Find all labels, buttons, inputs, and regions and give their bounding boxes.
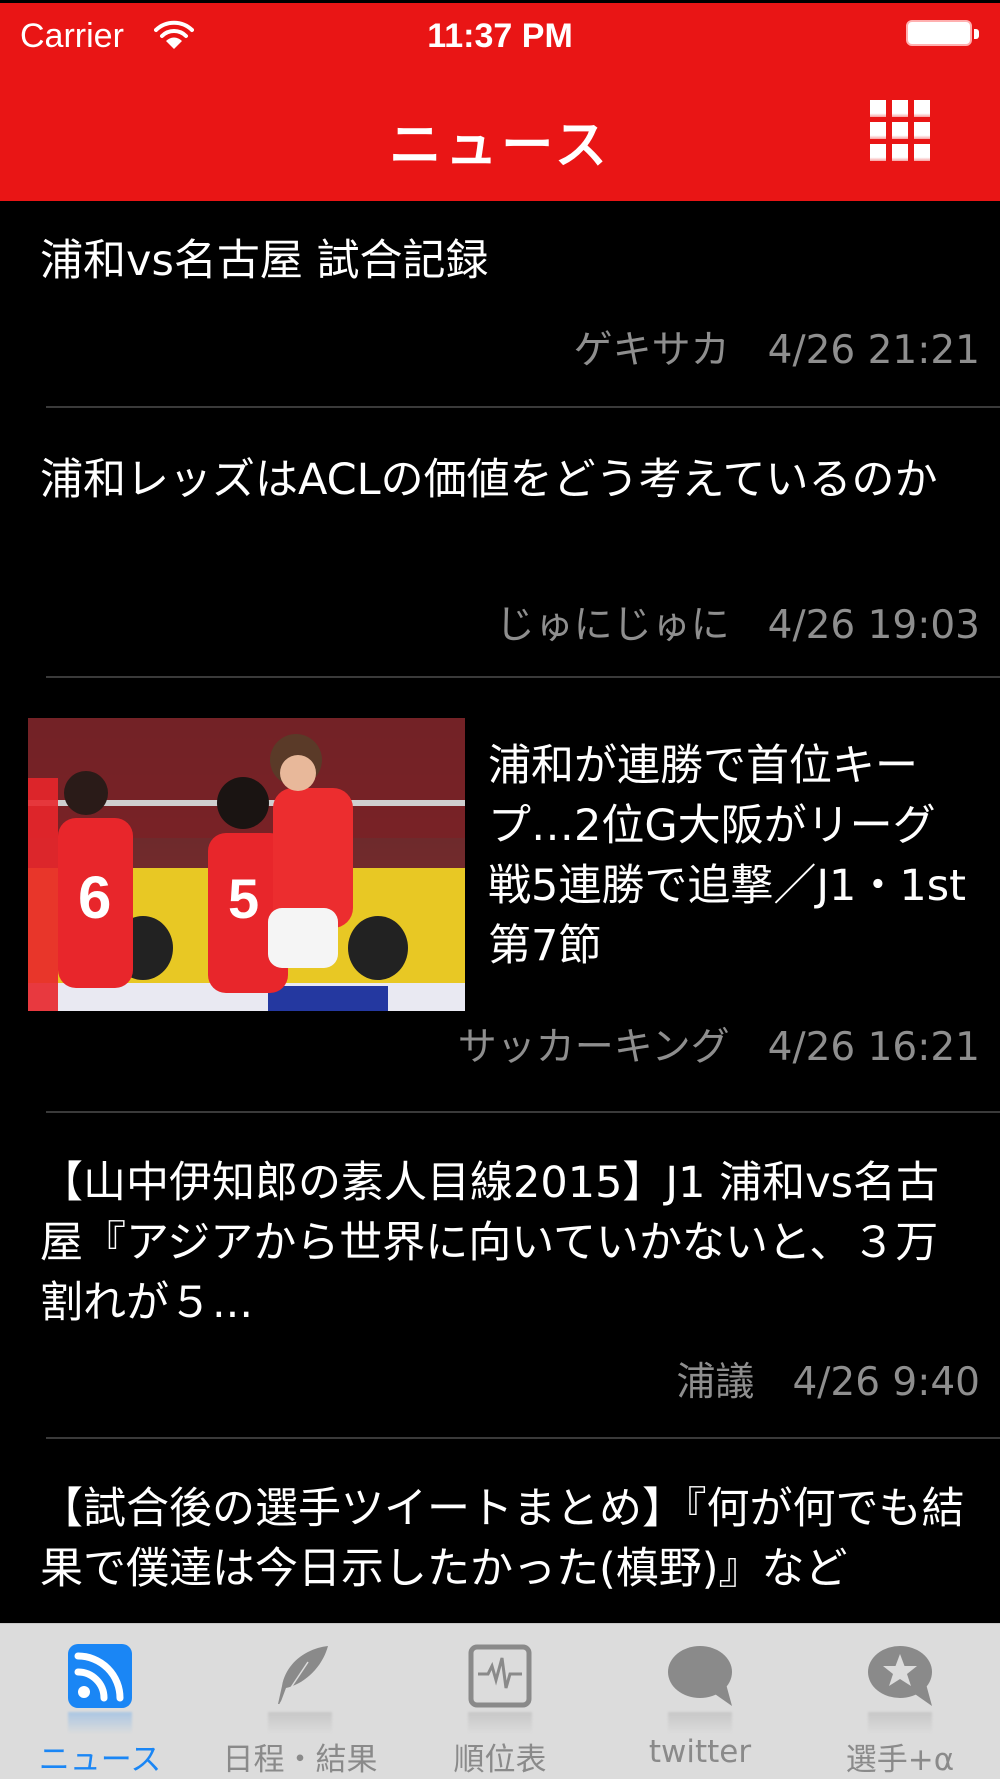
icon-reflection [68, 1712, 132, 1734]
svg-text:5: 5 [228, 867, 259, 930]
icon-reflection [468, 1712, 532, 1734]
grid-menu-icon[interactable] [870, 100, 934, 166]
news-list[interactable]: 浦和vs名古屋 試合記録 ゲキサカ 4/26 21:21 浦和レッズはACLの価値… [0, 201, 1000, 1623]
battery-icon [906, 20, 972, 46]
status-bar: Carrier 11:37 PM [0, 3, 1000, 67]
star-bubble-icon [868, 1646, 932, 1706]
news-meta: じゅにじゅに 4/26 19:03 [496, 594, 1000, 650]
news-date: 4/26 16:21 [767, 1025, 980, 1070]
battery-tip [974, 29, 979, 39]
news-thumbnail: 6 5 [28, 718, 465, 1011]
news-item[interactable]: 浦和レッズはACLの価値をどう考えているのか じゅにじゅに 4/26 19:03 [40, 408, 1000, 678]
news-title: 浦和が連勝で首位キープ…2位G大阪がリーグ戦5連勝で追撃／J1・1st第7節 [488, 741, 967, 971]
speech-bubble-icon [668, 1646, 732, 1706]
news-title: 【試合後の選手ツイートまとめ】『何が何でも結果で僕達は今日示したかった(槙野)』… [40, 1484, 965, 1594]
tab-label: twitter [648, 1734, 752, 1770]
tab-twitter[interactable]: twitter [600, 1624, 800, 1779]
news-date: 4/26 21:21 [767, 328, 980, 373]
news-date: 4/26 19:03 [767, 603, 980, 648]
news-source: ゲキサカ [573, 328, 730, 373]
rss-icon [68, 1644, 132, 1708]
news-title: 【山中伊知郎の素人目線2015】J1 浦和vs名古屋『アジアから世界に向いていか… [40, 1158, 939, 1328]
feather-icon [278, 1646, 328, 1705]
tab-label: 選手+α [845, 1742, 955, 1778]
svg-text:6: 6 [78, 864, 111, 931]
pulse-chart-icon [468, 1644, 532, 1708]
tab-label: ニュース [38, 1742, 162, 1778]
news-meta: サッカーキング 4/26 16:21 [458, 1016, 1000, 1072]
tab-news[interactable]: ニュース [0, 1624, 200, 1779]
clock: 11:37 PM [427, 17, 573, 55]
tab-label: 順位表 [453, 1742, 547, 1778]
news-item[interactable]: 【山中伊知郎の素人目線2015】J1 浦和vs名古屋『アジアから世界に向いていか… [40, 1113, 1000, 1439]
icon-reflection [868, 1712, 932, 1734]
icon-reflection [268, 1712, 332, 1734]
news-item[interactable]: 【試合後の選手ツイートまとめ】『何が何でも結果で僕達は今日示したかった(槙野)』… [40, 1439, 1000, 1623]
news-source: 浦議 [676, 1360, 755, 1405]
news-title: 浦和レッズはACLの価値をどう考えているのか [40, 455, 938, 505]
news-title: 浦和vs名古屋 試合記録 [40, 236, 489, 286]
header: Carrier 11:37 PM ニュース [0, 3, 1000, 201]
news-item[interactable]: 6 5 浦和が連勝で首位キープ…2位G大阪がリーグ戦5連勝で追撃／J1・1st第… [0, 678, 1000, 1113]
icon-reflection [668, 1712, 732, 1734]
page-title: ニュース [389, 116, 611, 176]
news-meta: ゲキサカ 4/26 21:21 [574, 319, 1000, 375]
tab-label: 日程・結果 [222, 1742, 378, 1778]
news-date: 4/26 9:40 [792, 1360, 980, 1405]
tab-players[interactable]: 選手+α [800, 1624, 1000, 1779]
tab-bar: ニュース 日程・結果 順位表 twitter 選手+α [0, 1623, 1000, 1779]
news-item[interactable]: 浦和vs名古屋 試合記録 ゲキサカ 4/26 21:21 [40, 201, 1000, 408]
news-source: サッカーキング [457, 1025, 730, 1070]
news-meta: 浦議 4/26 9:40 [676, 1351, 1000, 1407]
tab-schedule[interactable]: 日程・結果 [200, 1624, 400, 1779]
news-source: じゅにじゅに [495, 603, 730, 648]
tab-standings[interactable]: 順位表 [400, 1624, 600, 1779]
